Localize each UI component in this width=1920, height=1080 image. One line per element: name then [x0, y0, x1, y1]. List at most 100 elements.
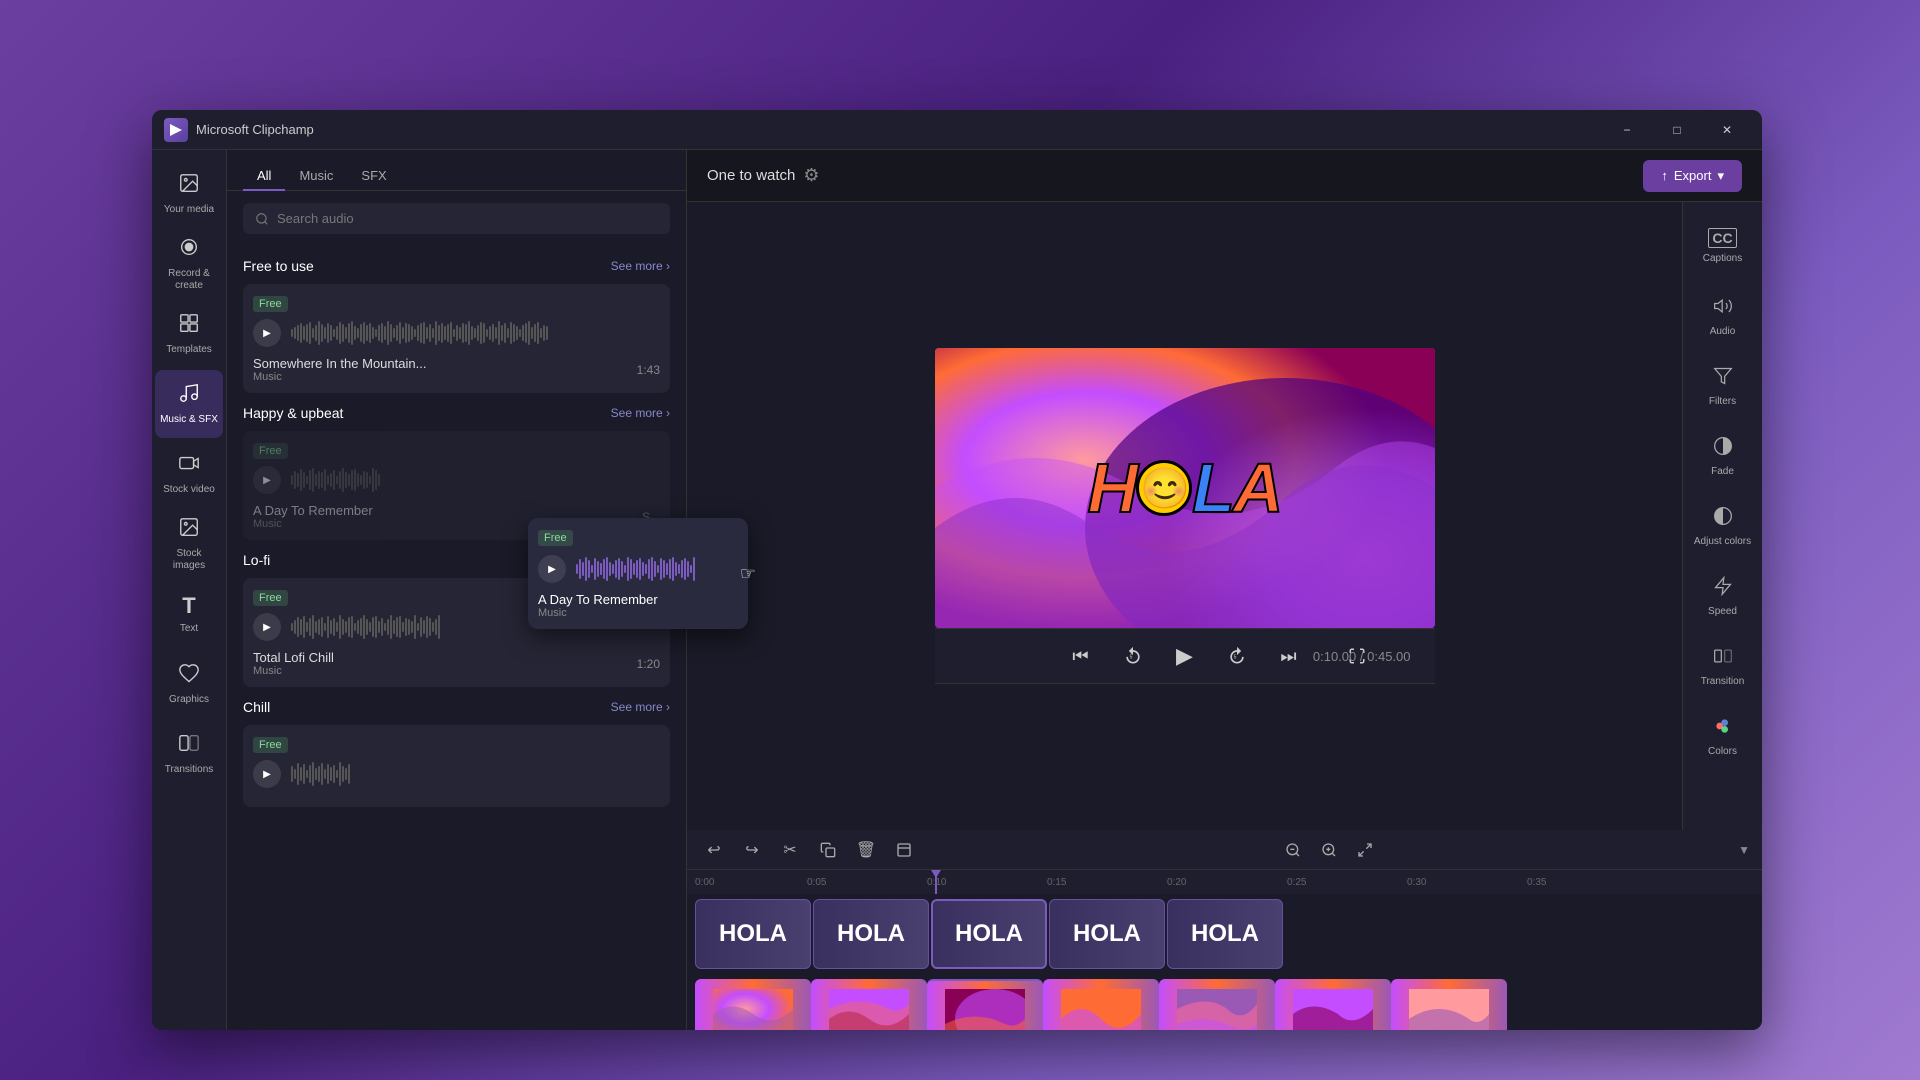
top-bar-right: ↑ Export ▾ — [1643, 160, 1742, 192]
skip-next-button[interactable]: ⏭ — [1271, 638, 1307, 674]
audio-name-somewhere: Somewhere In the Mountain... — [253, 356, 426, 371]
export-icon: ↑ — [1661, 168, 1668, 183]
section-free-to-use: Free to use See more › Free ▶ — [243, 258, 670, 393]
transition-icon — [1713, 646, 1733, 671]
right-item-transition[interactable]: Transition — [1687, 632, 1759, 700]
replay5-button[interactable]: 5 — [1115, 638, 1151, 674]
video-thumb-5 — [1177, 989, 1257, 1030]
video-clip-2[interactable] — [811, 979, 927, 1030]
sidebar-item-stock-images[interactable]: Stock images — [155, 510, 223, 578]
sidebar-item-your-media[interactable]: Your media — [155, 160, 223, 228]
right-item-captions[interactable]: CC Captions — [1687, 212, 1759, 280]
audio-name-a-day: A Day To Remember — [253, 503, 373, 518]
cut-button[interactable]: ✂ — [775, 835, 805, 865]
minimize-button[interactable]: − — [1604, 114, 1650, 146]
search-input[interactable] — [277, 211, 658, 226]
timeline-area: ↩ ↪ ✂ 🗑 — [687, 830, 1762, 1030]
sidebar-item-stock-video[interactable]: Stock video — [155, 440, 223, 508]
sidebar-item-stock-video-label: Stock video — [163, 484, 215, 496]
play-btn-lofi[interactable]: ▶ — [253, 613, 281, 641]
right-item-filters[interactable]: Filters — [1687, 352, 1759, 420]
app-window: Microsoft Clipchamp − □ ✕ Your media — [152, 110, 1762, 1030]
close-button[interactable]: ✕ — [1704, 114, 1750, 146]
undo-button[interactable]: ↩ — [699, 835, 729, 865]
project-title: One to watch — [707, 167, 795, 184]
right-item-audio[interactable]: Audio — [1687, 282, 1759, 350]
expand-button[interactable] — [1350, 835, 1380, 865]
video-clip-6[interactable] — [1275, 979, 1391, 1030]
section-header-free: Free to use See more › — [243, 258, 670, 274]
tick-30: 0:30 — [1407, 877, 1426, 888]
redo-button[interactable]: ↪ — [737, 835, 767, 865]
hola-l: L — [1192, 448, 1233, 528]
tab-all[interactable]: All — [243, 162, 285, 191]
audio-type-somewhere: Music — [253, 371, 426, 383]
stock-video-icon — [178, 452, 200, 480]
timeline-ruler: 0:00 0:05 0:10 0:15 0:20 0:25 0:30 0:35 — [687, 870, 1762, 894]
app-logo — [164, 118, 188, 142]
preview-area: H 😊 L A ⏮ 5 ▶ — [687, 202, 1682, 830]
sticker-thumb-5: HOLA — [1191, 920, 1259, 948]
trim-button[interactable] — [889, 835, 919, 865]
right-item-colors[interactable]: Colors — [1687, 702, 1759, 770]
section-title-free: Free to use — [243, 258, 314, 274]
sticker-clip-4[interactable]: HOLA — [1049, 899, 1165, 969]
sidebar-item-record-create-label: Record & create — [159, 268, 219, 292]
title-bar: Microsoft Clipchamp − □ ✕ — [152, 110, 1762, 150]
see-more-free[interactable]: See more › — [611, 259, 670, 273]
video-clips — [695, 979, 1507, 1030]
timeline-collapse[interactable]: ▼ — [1738, 843, 1750, 857]
filters-icon — [1713, 366, 1733, 391]
right-item-adjust-colors[interactable]: Adjust colors — [1687, 492, 1759, 560]
see-more-happy[interactable]: See more › — [611, 406, 670, 420]
sidebar-item-text[interactable]: T Text — [155, 580, 223, 648]
play-btn-a-day[interactable]: ▶ — [253, 466, 281, 494]
graphics-icon — [178, 662, 200, 690]
video-clip-3[interactable] — [927, 979, 1043, 1030]
video-clip-5[interactable] — [1159, 979, 1275, 1030]
audio-icon — [1713, 296, 1733, 321]
sidebar-item-graphics[interactable]: Graphics — [155, 650, 223, 718]
tab-music[interactable]: Music — [285, 162, 347, 191]
play-btn-somewhere[interactable]: ▶ — [253, 319, 281, 347]
svg-text:5: 5 — [1233, 655, 1236, 661]
sidebar-item-templates[interactable]: Templates — [155, 300, 223, 368]
video-thumb-4 — [1061, 989, 1141, 1030]
timeline-zoom — [1278, 835, 1380, 865]
sticker-clip-3[interactable]: HOLA — [931, 899, 1047, 969]
right-item-speed[interactable]: Speed — [1687, 562, 1759, 630]
see-more-chill[interactable]: See more › — [611, 700, 670, 714]
zoom-in-button[interactable] — [1314, 835, 1344, 865]
video-clip-1[interactable] — [695, 979, 811, 1030]
forward5-button[interactable]: 5 — [1219, 638, 1255, 674]
play-button[interactable]: ▶ — [1167, 638, 1203, 674]
free-badge-a-day: Free — [253, 443, 288, 459]
sidebar-item-transitions[interactable]: Transitions — [155, 720, 223, 788]
zoom-out-button[interactable] — [1278, 835, 1308, 865]
hola-h: H — [1088, 448, 1137, 528]
hover-card-meta: A Day To Remember Music — [538, 592, 738, 619]
export-button[interactable]: ↑ Export ▾ — [1643, 160, 1742, 192]
duplicate-button[interactable] — [813, 835, 843, 865]
tab-bar: All Music SFX — [227, 150, 686, 191]
right-item-speed-label: Speed — [1708, 606, 1737, 617]
sticker-thumb-2: HOLA — [837, 920, 905, 948]
sticker-clip-2[interactable]: HOLA — [813, 899, 929, 969]
hover-card-play-btn[interactable]: ▶ — [538, 555, 566, 583]
sticker-clip-5[interactable]: HOLA — [1167, 899, 1283, 969]
play-btn-chill[interactable]: ▶ — [253, 760, 281, 788]
sidebar-item-record-create[interactable]: Record & create — [155, 230, 223, 298]
delete-button[interactable]: 🗑 — [851, 835, 881, 865]
sidebar-item-transitions-label: Transitions — [165, 764, 214, 776]
tab-sfx[interactable]: SFX — [347, 162, 400, 191]
video-clip-7[interactable] — [1391, 979, 1507, 1030]
video-clip-4[interactable] — [1043, 979, 1159, 1030]
right-item-fade[interactable]: Fade — [1687, 422, 1759, 490]
sidebar-item-music-sfx[interactable]: Music & SFX — [155, 370, 223, 438]
tick-5: 0:05 — [807, 877, 826, 888]
audio-info-a-day: A Day To Remember Music — [253, 503, 373, 530]
maximize-button[interactable]: □ — [1654, 114, 1700, 146]
skip-back-button[interactable]: ⏮ — [1063, 638, 1099, 674]
project-title-icon[interactable]: ⚙ — [803, 165, 819, 186]
sticker-clip-1[interactable]: HOLA — [695, 899, 811, 969]
